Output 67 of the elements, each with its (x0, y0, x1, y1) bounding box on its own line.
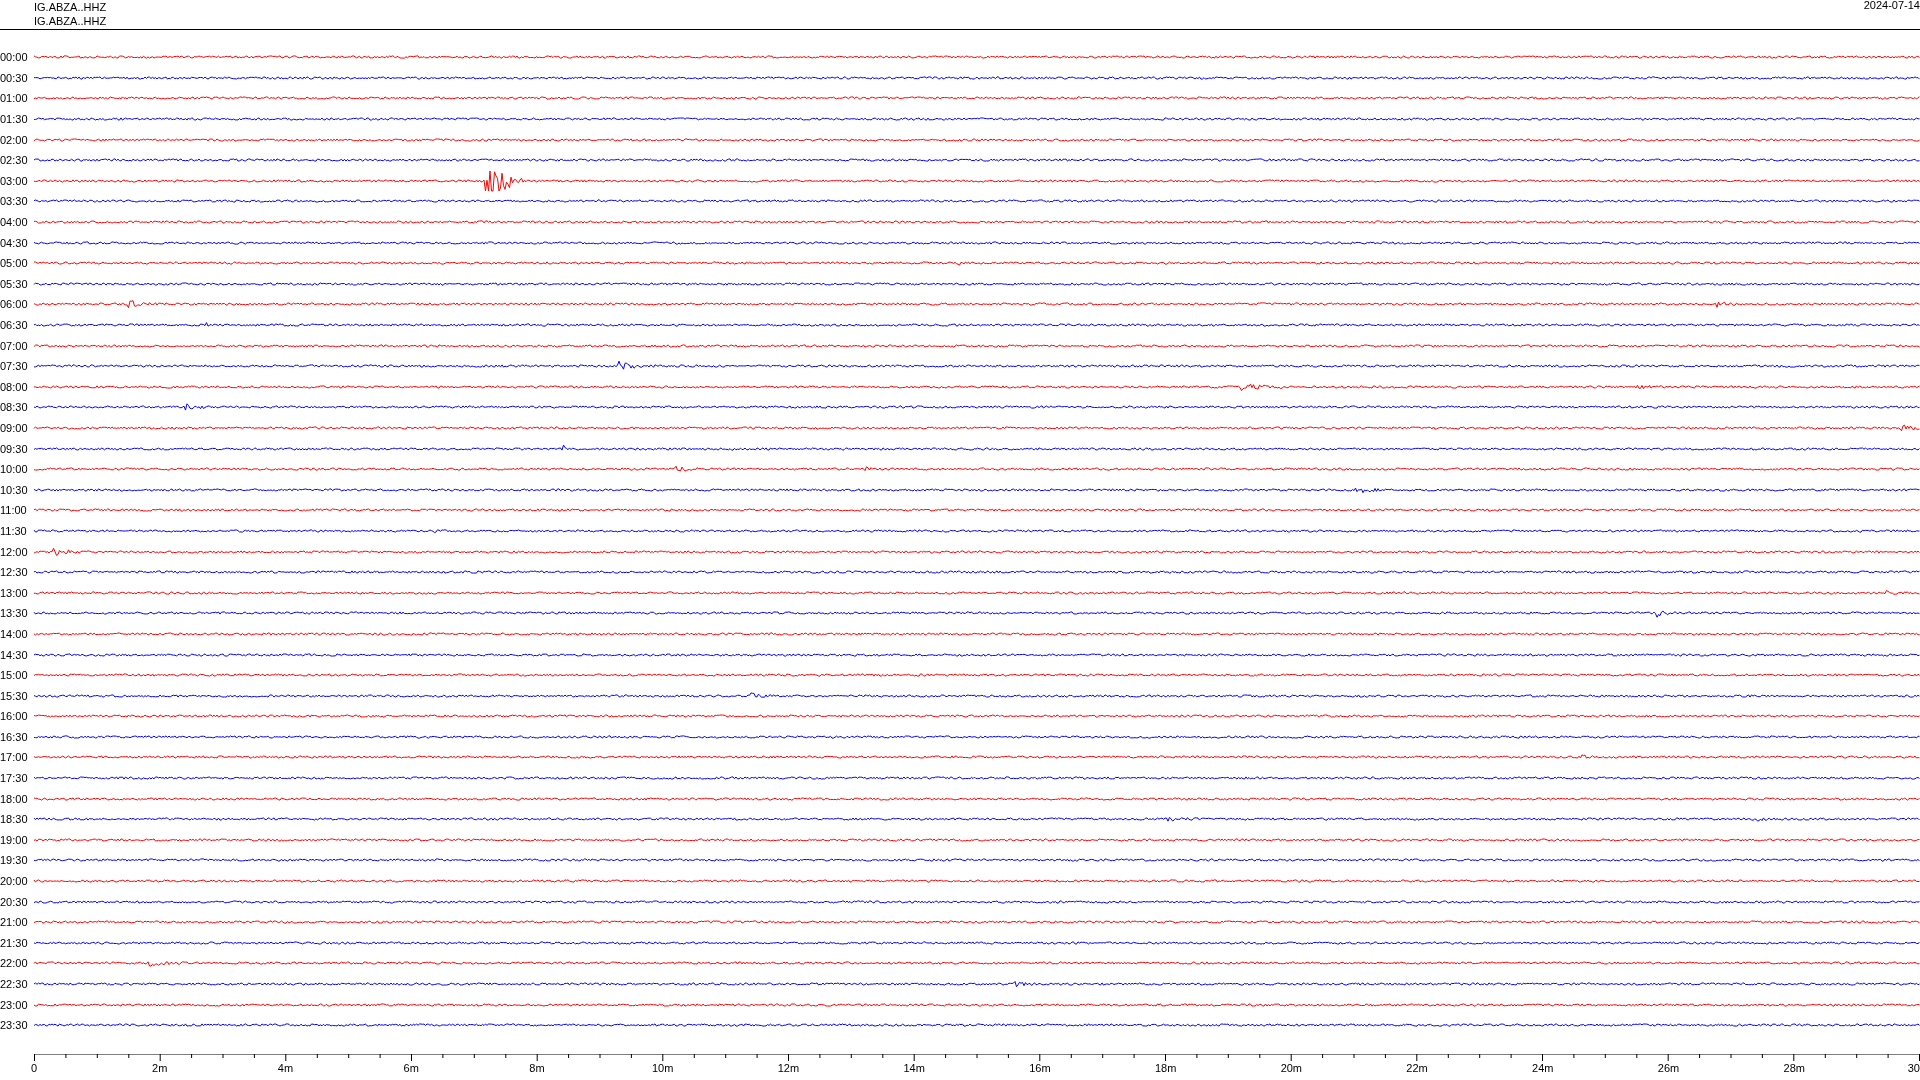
time-label: 05:30 (0, 277, 29, 290)
time-label: 09:00 (0, 422, 29, 434)
time-label: 18:00 (0, 792, 29, 805)
axis-tick-label: 30 (1907, 1061, 1920, 1074)
time-label: 18:30 (0, 813, 29, 826)
axis-tick-label: 14m (903, 1061, 925, 1074)
time-label: 07:00 (0, 339, 29, 352)
date-label: 2024-07-14 (1863, 0, 1920, 11)
time-label: 14:30 (0, 648, 29, 661)
station-label: IG.ABZA..HHZ (34, 0, 107, 14)
time-label: 00:00 (0, 51, 29, 64)
time-label: 04:00 (0, 216, 29, 229)
axis-tick-label: 10m (651, 1061, 674, 1074)
time-label: 17:30 (0, 772, 29, 785)
axis-tick-label: 6m (403, 1061, 419, 1074)
time-label: 19:00 (0, 833, 29, 846)
time-label: 09:30 (0, 442, 29, 455)
axis-tick-label: 4m (277, 1061, 294, 1074)
time-label: 23:30 (0, 1019, 29, 1032)
time-label: 20:00 (0, 875, 29, 888)
time-label: 12:00 (0, 545, 29, 558)
time-label: 02:00 (0, 133, 29, 146)
time-label: 10:30 (0, 483, 29, 496)
time-label: 11:30 (0, 524, 28, 537)
time-label: 06:30 (0, 319, 29, 331)
axis-tick-label: 26m (1657, 1061, 1680, 1074)
axis-tick-label: 18m (1154, 1061, 1177, 1074)
time-label: 17:00 (0, 751, 29, 764)
axis-tick-label: 2m (152, 1061, 168, 1074)
time-label: 08:00 (0, 380, 29, 393)
time-label: 13:00 (0, 586, 29, 599)
time-label: 02:30 (0, 154, 29, 167)
station-label: IG.ABZA..HHZ (34, 14, 107, 28)
time-label: 06:00 (0, 298, 29, 311)
axis-tick-label: 22m (1406, 1061, 1428, 1074)
axis-tick-label: 16m (1029, 1061, 1051, 1074)
axis-tick-label: 20m (1280, 1061, 1303, 1074)
time-label: 15:00 (0, 669, 29, 682)
time-label: 13:30 (0, 607, 29, 620)
time-label: 10:00 (0, 463, 29, 476)
time-label: 01:00 (0, 92, 29, 105)
time-label: 07:30 (0, 360, 29, 373)
time-label: 21:00 (0, 916, 29, 929)
time-label: 01:30 (0, 113, 29, 126)
time-label: 16:00 (0, 710, 29, 723)
time-label: 19:30 (0, 854, 29, 867)
time-label: 23:00 (0, 998, 29, 1011)
time-label: 22:30 (0, 978, 29, 990)
time-label: 03:00 (0, 174, 29, 187)
axis-tick-label: 24m (1532, 1061, 1554, 1074)
time-label: 15:30 (0, 689, 29, 702)
time-label: 14:00 (0, 627, 29, 640)
axis-tick-label: 12m (777, 1061, 800, 1074)
axis-tick-label: 28m (1783, 1061, 1805, 1074)
axis-tick-label: 0 (30, 1061, 38, 1074)
time-label: 11:00 (0, 504, 28, 517)
time-label: 00:30 (0, 71, 29, 84)
time-label: 21:30 (0, 936, 29, 949)
time-label: 08:30 (0, 401, 29, 414)
axis-tick-label: 8m (529, 1061, 545, 1074)
time-label: 12:30 (0, 566, 29, 579)
time-label: 20:30 (0, 895, 29, 908)
time-label: 22:00 (0, 957, 29, 970)
time-label: 04:30 (0, 236, 29, 249)
time-label: 16:30 (0, 730, 29, 743)
time-label: 05:00 (0, 257, 29, 270)
time-label: 03:30 (0, 195, 29, 208)
